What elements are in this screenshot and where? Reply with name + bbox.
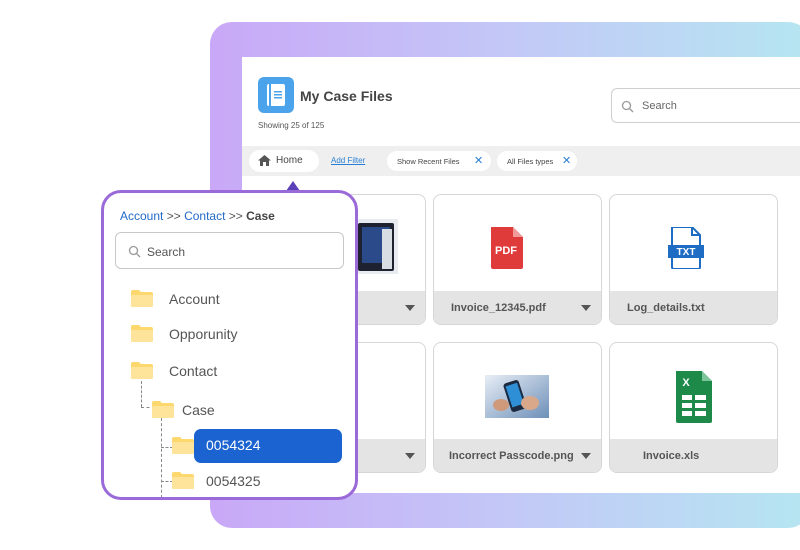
folder-icon (172, 437, 194, 454)
card-footer: Incorrect Passcode.png (434, 439, 601, 472)
folder-tree-popup: Account >> Contact >> Case Search Accoun… (101, 190, 358, 500)
tree-search-input[interactable]: Search (115, 232, 344, 269)
close-icon[interactable]: ✕ (562, 155, 571, 167)
tree-item-opportunity[interactable]: Opporunity (131, 323, 331, 347)
breadcrumb-contact[interactable]: Contact (184, 209, 225, 223)
card-footer: Invoice_12345.pdf (434, 291, 601, 324)
chip-label: Show Recent Files (397, 157, 460, 166)
filter-chip-types: All Files types ✕ (497, 151, 577, 171)
pdf-badge: PDF (495, 245, 517, 257)
folder-icon (152, 401, 174, 418)
tree-item-label: Contact (169, 363, 218, 379)
file-card-txt[interactable]: TXT Log_details.txt (609, 194, 778, 325)
breadcrumb: Account >> Contact >> Case (120, 209, 275, 223)
tree-connector (141, 381, 142, 407)
notebook-icon (258, 77, 294, 113)
chip-label: All Files types (507, 157, 554, 166)
folder-icon (172, 472, 194, 489)
file-card-png[interactable]: Incorrect Passcode.png (433, 342, 602, 473)
pdf-file-icon: PDF (489, 227, 525, 274)
card-footer: Log_details.txt (610, 291, 777, 324)
search-placeholder: Search (642, 100, 677, 112)
tree-item-account[interactable]: Account (131, 288, 331, 312)
search-icon (621, 100, 634, 113)
filter-bar: Home Add Filter Show Recent Files ✕ All … (242, 146, 800, 176)
search-icon (128, 245, 141, 258)
tree-item-label: Opporunity (169, 326, 238, 342)
home-label: Home (276, 155, 303, 166)
card-footer: Invoice.xls (610, 439, 777, 472)
filter-chip-recent: Show Recent Files ✕ (387, 151, 491, 171)
txt-badge: TXT (677, 247, 696, 258)
chevron-down-icon[interactable] (581, 305, 591, 311)
file-card-pdf[interactable]: PDF Invoice_12345.pdf (433, 194, 602, 325)
chevron-down-icon[interactable] (405, 305, 415, 311)
tree-item-0054324[interactable]: 0054324 (194, 429, 342, 463)
tree-item-label: 0054324 (206, 437, 261, 453)
add-filter-link[interactable]: Add Filter (331, 156, 365, 165)
file-name: Invoice.xls (643, 450, 700, 462)
txt-file-icon: TXT (668, 226, 704, 274)
tree-item-contact[interactable]: Contact (131, 360, 331, 384)
file-name: Incorrect Passcode.png (449, 450, 574, 462)
tree-item-label: Case (182, 402, 215, 418)
excel-file-icon: X (674, 371, 714, 428)
folder-icon (131, 290, 153, 307)
breadcrumb-separator: >> (166, 209, 181, 223)
results-count: Showing 25 of 125 (258, 121, 325, 130)
home-icon (258, 155, 271, 166)
phone-photo-thumbnail (485, 375, 549, 423)
file-card-xls[interactable]: X Invoice.xls (609, 342, 778, 473)
file-name: Log_details.txt (627, 302, 705, 314)
tree-item-label: Account (169, 291, 220, 307)
tree-item-label: 0054325 (206, 473, 261, 489)
breadcrumb-current: Case (246, 209, 275, 223)
chevron-down-icon[interactable] (581, 453, 591, 459)
xls-badge: X (682, 377, 690, 389)
tree-item-0054325[interactable]: 0054325 (172, 470, 332, 494)
search-input[interactable]: Search (611, 88, 800, 123)
breadcrumb-separator: >> (228, 209, 243, 223)
search-placeholder: Search (147, 245, 186, 259)
breadcrumb-account[interactable]: Account (120, 209, 163, 223)
file-name: Invoice_12345.pdf (451, 302, 546, 314)
close-icon[interactable]: ✕ (474, 155, 483, 167)
tree-item-case[interactable]: Case (152, 399, 332, 423)
page-title: My Case Files (300, 88, 393, 104)
folder-icon (131, 325, 153, 342)
home-button[interactable]: Home (249, 150, 319, 172)
tree-connector (161, 418, 162, 497)
folder-icon (131, 362, 153, 379)
chevron-down-icon[interactable] (405, 453, 415, 459)
